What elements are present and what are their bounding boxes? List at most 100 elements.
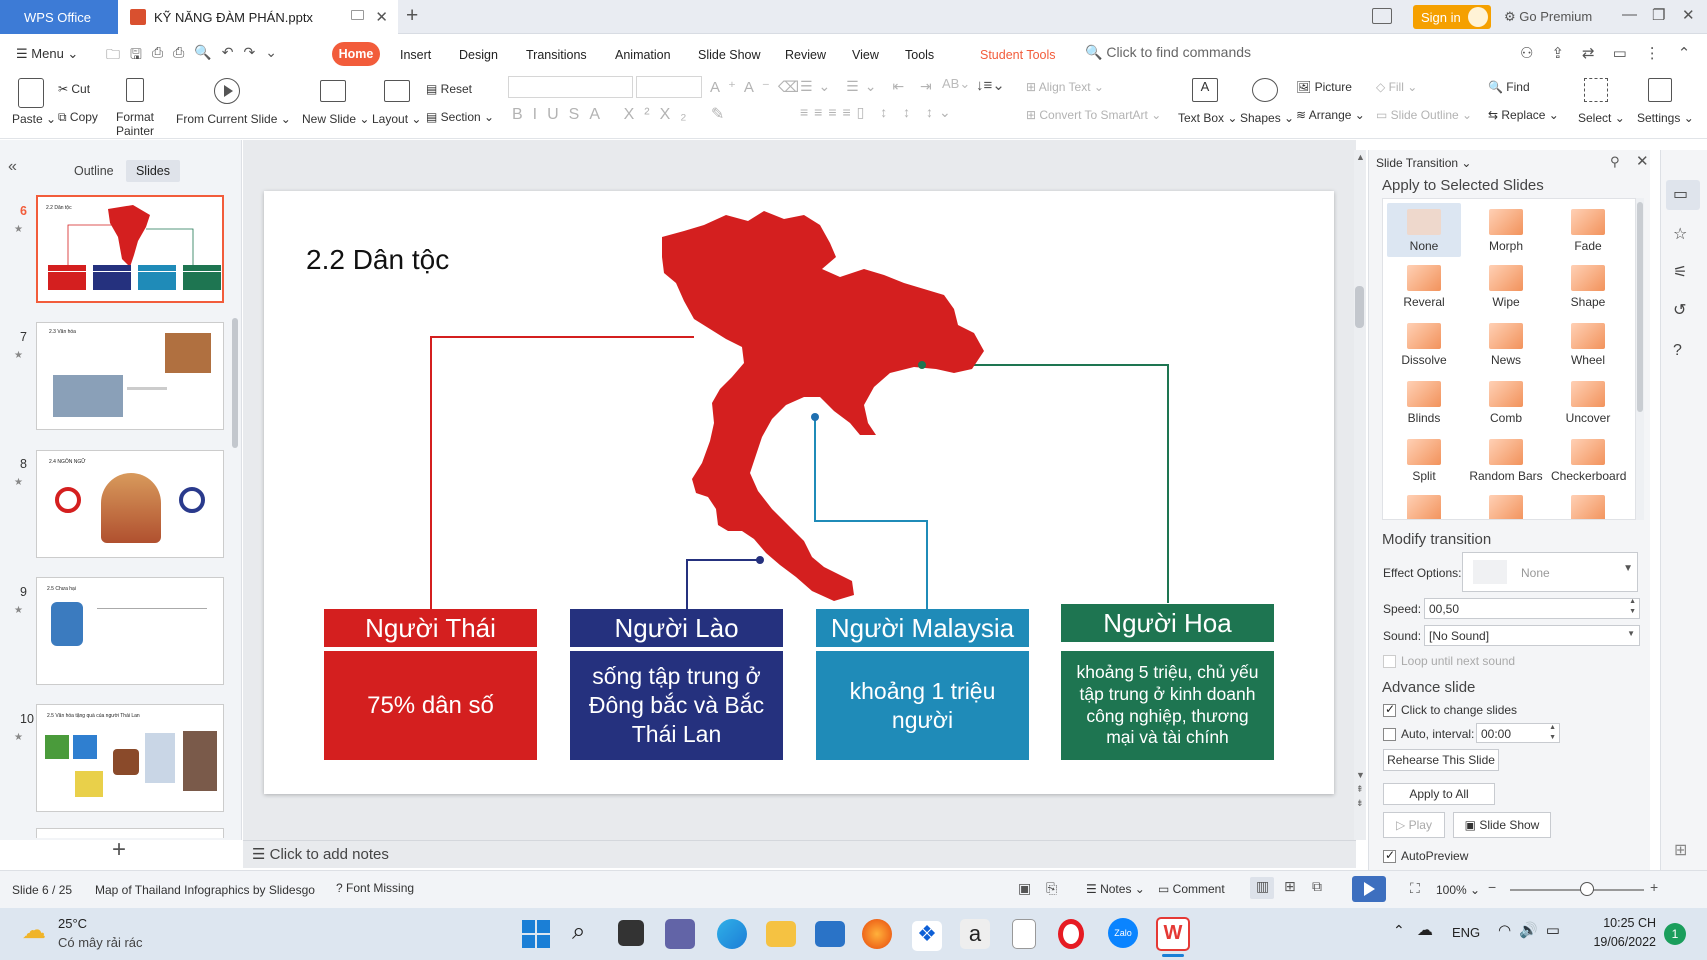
redo-icon[interactable]: ↷ [244, 44, 256, 68]
effect-options-select[interactable]: None ▼ [1462, 552, 1638, 592]
find-button[interactable]: 🔍 Find [1488, 80, 1530, 94]
paste-button[interactable]: Paste ⌄ [12, 112, 56, 126]
clock-date[interactable]: 19/06/2022 [1586, 935, 1656, 949]
transition-none[interactable]: None [1387, 203, 1461, 257]
transition-news[interactable]: News [1469, 319, 1543, 367]
open-folder-icon[interactable]: 🗀 [106, 44, 120, 68]
panel-title-dropdown[interactable]: Slide Transition ⌄ [1376, 156, 1471, 170]
category-description-malaysia[interactable]: khoảng 1 triệu người [816, 651, 1029, 760]
transition-shape[interactable]: Shape [1551, 261, 1625, 309]
font-missing-button[interactable]: ? Font Missing [336, 881, 414, 895]
category-description-hoa[interactable]: khoảng 5 triệu, chủ yếu tập trung ở kinh… [1061, 651, 1274, 760]
slide-thumbnail[interactable]: 2.5 Văn hóa tặng quà của người Thái Lan [36, 704, 224, 812]
text-box-icon[interactable]: A [1192, 78, 1218, 102]
shapes-icon[interactable] [1252, 78, 1278, 102]
comment-button[interactable]: ▭ Comment [1158, 882, 1225, 896]
layout-button[interactable]: Layout ⌄ [372, 112, 421, 126]
slide-thumbnail-partial[interactable] [36, 828, 224, 838]
shapes-button[interactable]: Shapes ⌄ [1240, 111, 1294, 125]
transition-more[interactable] [1551, 493, 1625, 519]
copy-button[interactable]: ⧉ Copy [58, 110, 98, 125]
tab-home[interactable]: Home [332, 42, 380, 66]
transition-more[interactable] [1387, 493, 1461, 519]
category-header-lao[interactable]: Người Lào [570, 609, 783, 647]
more-icon[interactable]: ⋮ [1645, 44, 1660, 62]
reset-button[interactable]: ▤ Reset [426, 82, 472, 96]
auto-interval-checkbox-box[interactable] [1383, 728, 1396, 742]
transition-fade[interactable]: Fade [1551, 203, 1625, 253]
text-box-button[interactable]: Text Box ⌄ [1178, 111, 1237, 125]
amazon-icon[interactable]: a [960, 919, 990, 949]
menu-button[interactable]: ☰ Menu ⌄ [16, 46, 78, 62]
tab-slides[interactable]: Slides [126, 160, 180, 182]
transition-more[interactable] [1469, 493, 1543, 519]
task-view-icon[interactable] [618, 920, 644, 946]
tab-review[interactable]: Review [785, 48, 826, 62]
slide-thumbnail[interactable]: 2.4 NGÔN NGỮ [36, 450, 224, 558]
close-panel-icon[interactable]: ✕ [1636, 152, 1649, 170]
customize-icon[interactable]: ⌄ [265, 44, 277, 68]
category-header-thai[interactable]: Người Thái [324, 609, 537, 647]
paste-icon[interactable] [18, 78, 44, 108]
tray-chevron-icon[interactable]: ⌃ [1393, 922, 1405, 939]
zoom-in-icon[interactable]: + [1650, 879, 1658, 895]
document-tab[interactable]: KỸ NĂNG ĐÀM PHÁN.pptx ✕ [118, 0, 398, 34]
tab-tools[interactable]: Tools [905, 48, 934, 62]
collapse-ribbon-icon[interactable]: ⌃ [1678, 44, 1691, 62]
zoom-level[interactable]: 100% ⌄ [1436, 883, 1480, 897]
wps-taskbar-icon[interactable]: W [1156, 917, 1190, 951]
font-size-buttons[interactable]: A⁺A⁻⌫ [710, 78, 807, 96]
fit-window-icon[interactable]: ⛶ [1410, 880, 1420, 897]
tab-design[interactable]: Design [459, 48, 498, 62]
collapse-panel-icon[interactable]: « [8, 158, 17, 176]
tab-student-tools[interactable]: Student Tools [980, 48, 1056, 62]
transition-uncover[interactable]: Uncover [1551, 377, 1625, 425]
transition-reveral[interactable]: Reveral [1387, 261, 1461, 309]
reading-view-icon[interactable]: ⧉ [1312, 878, 1322, 895]
file-sync-icon[interactable]: ⎘ [1046, 880, 1057, 897]
notes-placeholder[interactable]: ☰ Click to add notes [252, 845, 389, 863]
picture-button[interactable]: 🖼 Picture [1296, 80, 1352, 94]
zoom-out-icon[interactable]: − [1488, 879, 1496, 895]
comment-icon[interactable]: ▭ [1613, 44, 1627, 62]
category-description-lao[interactable]: sống tập trung ở Đông bắc và Bắc Thái La… [570, 651, 783, 760]
minimize-icon[interactable]: — [1622, 6, 1637, 23]
sign-in-button[interactable]: Sign in [1413, 5, 1491, 29]
language-indicator[interactable]: ENG [1452, 925, 1480, 940]
loop-checkbox-box[interactable] [1383, 655, 1396, 669]
transition-morph[interactable]: Morph [1469, 203, 1543, 253]
thumbnail-scrollbar[interactable] [232, 318, 238, 448]
share-user-icon[interactable]: ⚇ [1520, 44, 1533, 62]
play-button[interactable]: ▷ Play [1383, 812, 1445, 838]
new-slide-button[interactable]: New Slide ⌄ [302, 112, 369, 126]
system-tray-icons[interactable]: ◠🔊▭ [1498, 921, 1568, 939]
slide-thumbnail[interactable]: 2.3 Văn hóa [36, 322, 224, 430]
text-direction-button[interactable]: AB⌄ [942, 76, 970, 92]
close-window-icon[interactable]: ✕ [1682, 6, 1695, 24]
category-header-malaysia[interactable]: Người Malaysia [816, 609, 1029, 647]
sorter-view-icon[interactable]: ⊞ [1284, 878, 1296, 895]
go-premium-button[interactable]: ⚙ Go Premium [1504, 9, 1592, 25]
align-buttons[interactable]: ≡≡≡≡▯ ↕ ↕ ↕⌄ [800, 104, 957, 121]
autopreview-checkbox-box[interactable] [1383, 848, 1396, 864]
category-header-hoa[interactable]: Người Hoa [1061, 604, 1274, 642]
maximize-icon[interactable]: ❐ [1652, 6, 1665, 24]
font-style-buttons[interactable]: BIUSA X²X₂ ✎ [512, 104, 734, 124]
speed-input[interactable]: 00,50 ▲ ▼ [1424, 598, 1640, 619]
properties-icon[interactable]: ⚟ [1673, 262, 1687, 282]
print-icon[interactable]: ⎙ [173, 44, 184, 68]
opera-icon[interactable] [1058, 919, 1084, 949]
settings-button[interactable]: Settings ⌄ [1637, 111, 1694, 125]
wps-office-tab[interactable]: WPS Office [0, 0, 118, 34]
align-text-button[interactable]: ⊞ Align Text ⌄ [1026, 80, 1104, 94]
tab-transitions[interactable]: Transitions [526, 48, 587, 62]
export-pdf-icon[interactable]: ⎙ [152, 44, 163, 68]
slide-thumbnail[interactable]: 2.5 Chưa hại [36, 577, 224, 685]
settings-icon[interactable] [1648, 78, 1672, 102]
sort-icon[interactable]: ↓≡⌄ [976, 76, 1005, 94]
grid-icon[interactable]: ⊞ [1674, 840, 1687, 860]
teams-chat-icon[interactable] [665, 919, 695, 949]
save-icon[interactable]: 🖫 [130, 44, 142, 68]
notes-area[interactable] [243, 840, 1356, 868]
rehearse-button[interactable]: Rehearse This Slide [1383, 749, 1499, 771]
